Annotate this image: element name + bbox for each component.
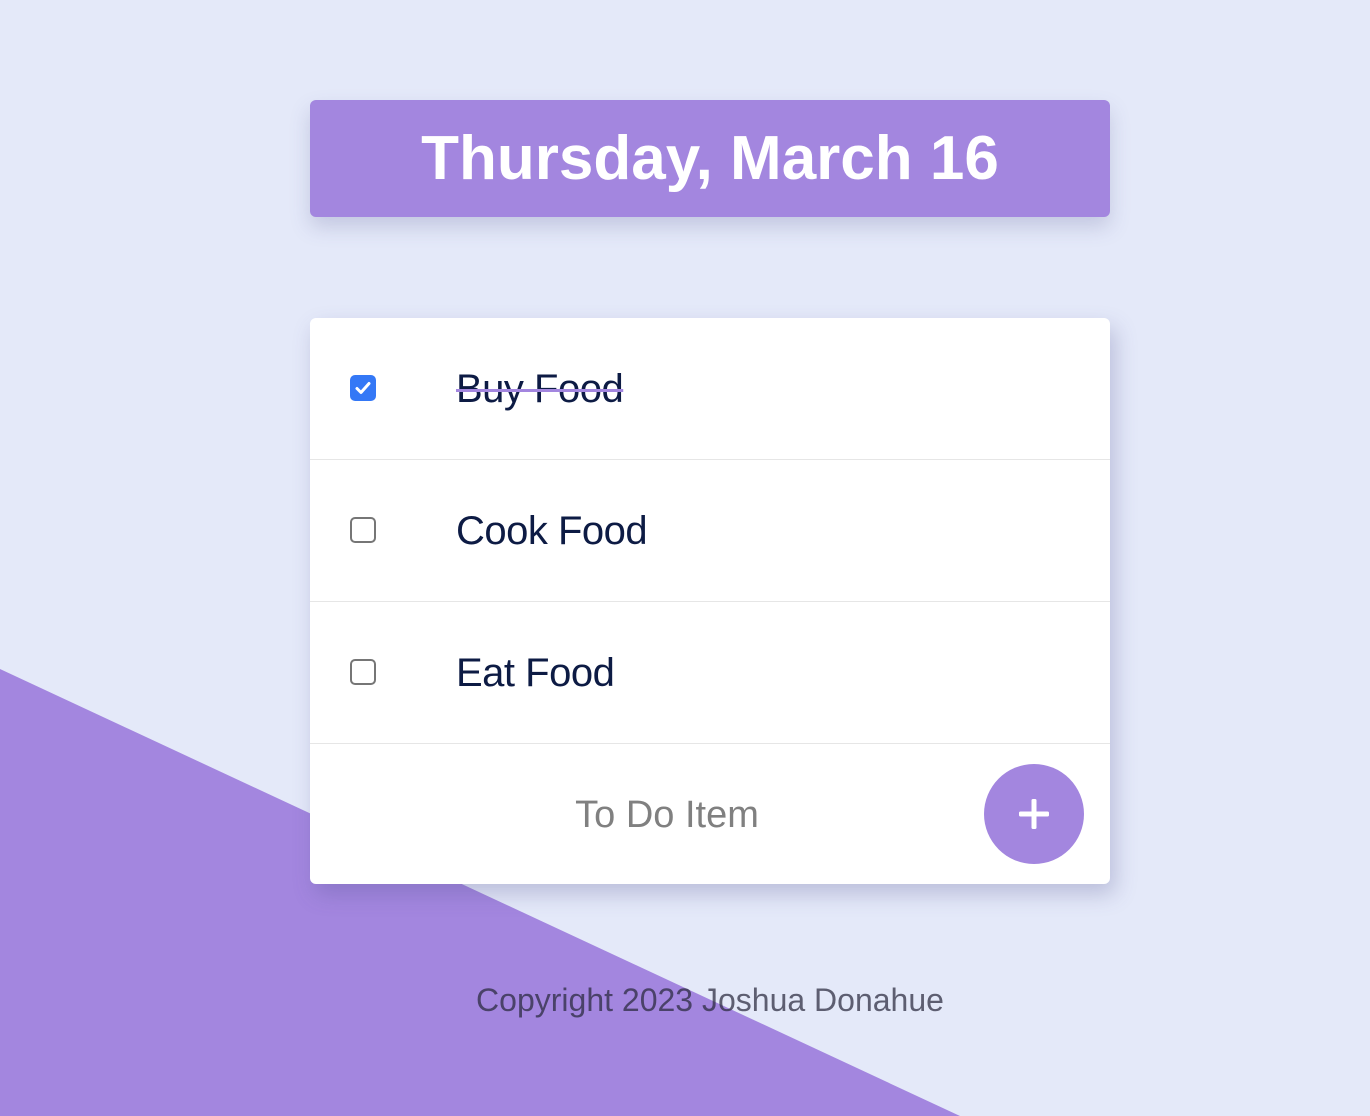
todo-item: Eat Food [310, 602, 1110, 744]
todo-checkbox[interactable] [350, 659, 376, 685]
todo-checkbox[interactable] [350, 375, 376, 401]
todo-item: Buy Food [310, 318, 1110, 460]
todo-checkbox[interactable] [350, 517, 376, 543]
date-title: Thursday, March 16 [421, 124, 999, 193]
copyright-footer: Copyright 2023 Joshua Donahue [476, 982, 944, 1018]
plus-icon [1019, 799, 1049, 829]
checkmark-icon [355, 382, 371, 394]
add-item-button[interactable] [984, 764, 1084, 864]
new-item-form [310, 744, 1110, 884]
date-header: Thursday, March 16 [310, 100, 1110, 217]
todo-item-label: Buy Food [456, 367, 624, 411]
todo-card: Buy Food Cook Food Eat Food [310, 318, 1110, 884]
todo-item: Cook Food [310, 460, 1110, 602]
todo-item-label: Cook Food [456, 509, 648, 553]
todo-item-label: Eat Food [456, 651, 615, 695]
new-item-input[interactable] [350, 774, 984, 856]
